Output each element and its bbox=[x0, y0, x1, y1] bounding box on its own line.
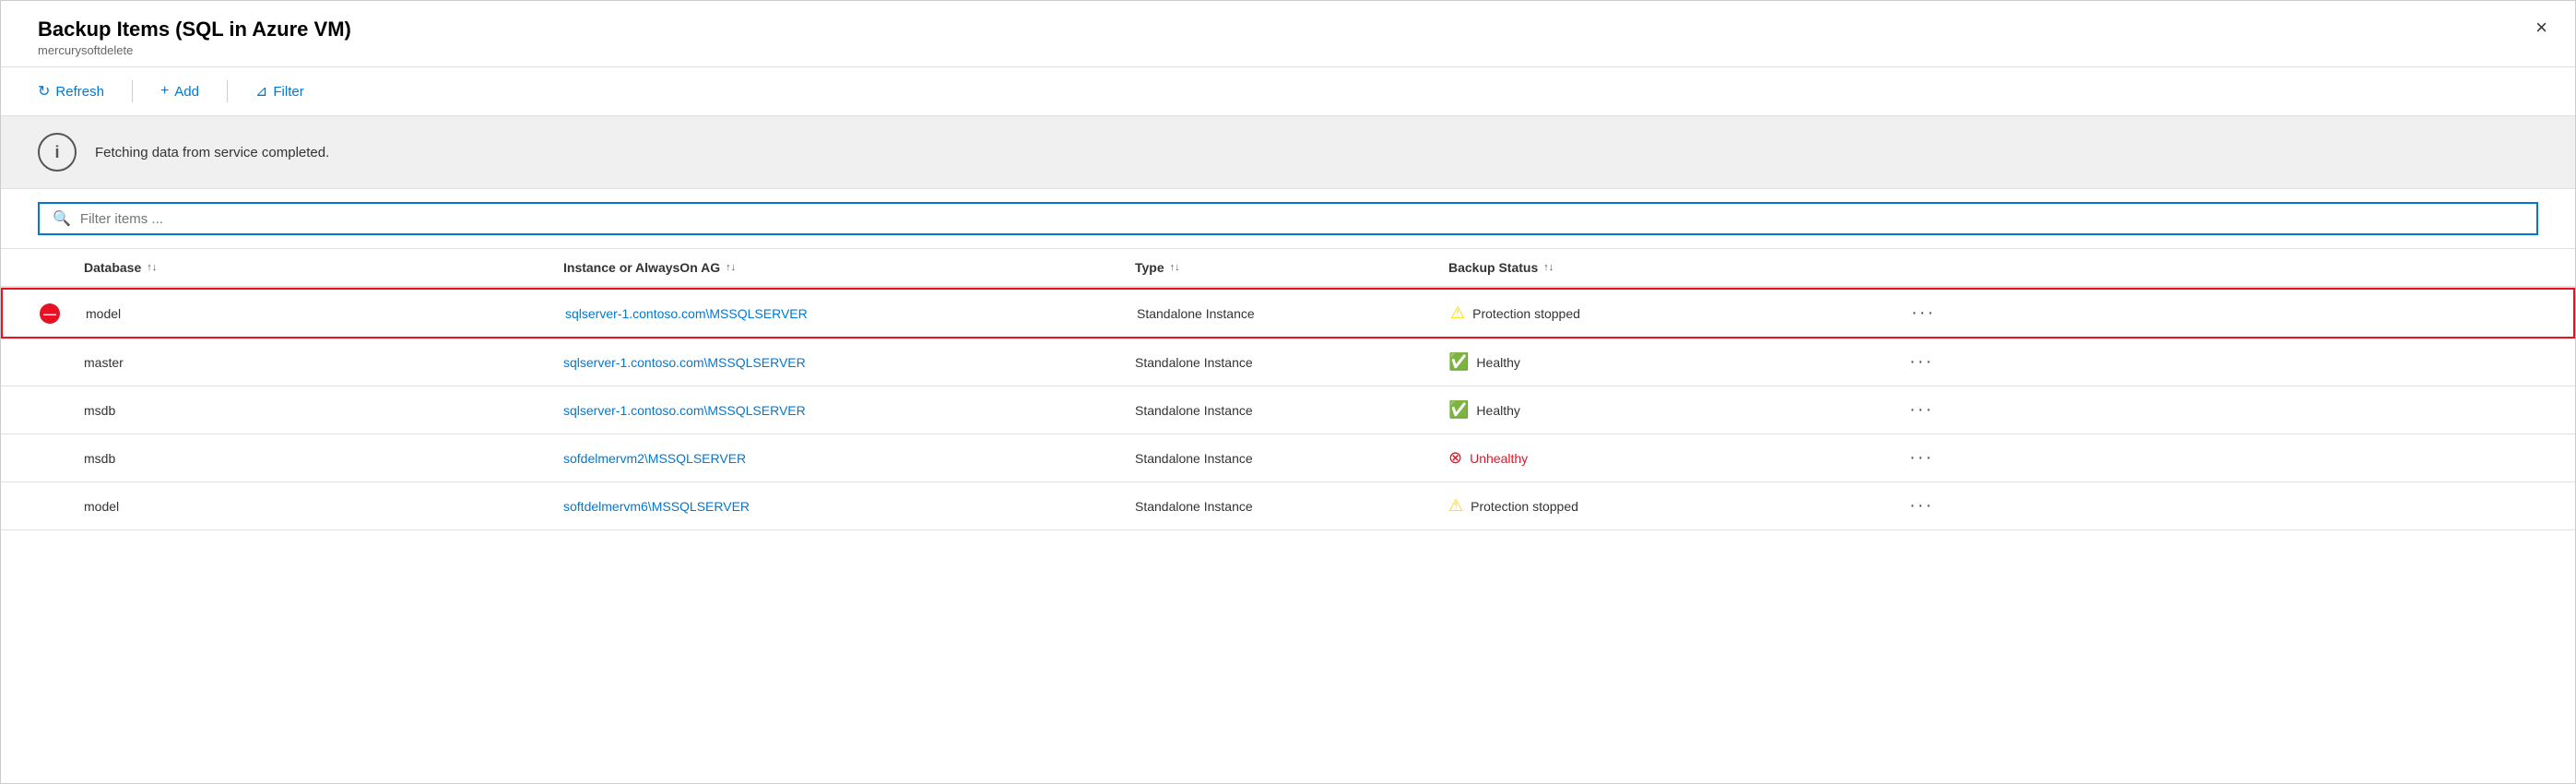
row-3-more-button[interactable]: ··· bbox=[1909, 447, 1933, 469]
row-4-instance-link[interactable]: softdelmervm6\MSSQLSERVER bbox=[563, 499, 750, 514]
row-0-type: Standalone Instance bbox=[1137, 306, 1450, 321]
row-1-instance: sqlserver-1.contoso.com\MSSQLSERVER bbox=[563, 355, 1135, 370]
col-backup-status-sort-icon[interactable]: ↑↓ bbox=[1543, 262, 1554, 273]
row-3-type: Standalone Instance bbox=[1135, 451, 1448, 466]
row-2-actions: ··· bbox=[1909, 399, 1983, 421]
row-3-backup-status: ⊗ Unhealthy bbox=[1448, 448, 1909, 468]
table-row: msdb sofdelmervm2\MSSQLSERVER Standalone… bbox=[1, 434, 2575, 482]
row-1-more-button[interactable]: ··· bbox=[1909, 351, 1933, 373]
row-0-instance-link[interactable]: sqlserver-1.contoso.com\MSSQLSERVER bbox=[565, 306, 808, 321]
table-row: msdb sqlserver-1.contoso.com\MSSQLSERVER… bbox=[1, 386, 2575, 434]
row-0-status-text: Protection stopped bbox=[1472, 306, 1580, 321]
filter-icon: ⊿ bbox=[255, 82, 267, 101]
info-message: Fetching data from service completed. bbox=[95, 145, 329, 160]
row-2-more-button[interactable]: ··· bbox=[1909, 399, 1933, 421]
search-icon: 🔍 bbox=[53, 209, 71, 228]
search-input[interactable] bbox=[80, 211, 2523, 227]
table-row: model softdelmervm6\MSSQLSERVER Standalo… bbox=[1, 482, 2575, 530]
col-database-sort-icon[interactable]: ↑↓ bbox=[147, 262, 157, 273]
col-instance-label: Instance or AlwaysOn AG bbox=[563, 260, 720, 275]
row-1-type: Standalone Instance bbox=[1135, 355, 1448, 370]
row-3-instance-link[interactable]: sofdelmervm2\MSSQLSERVER bbox=[563, 451, 746, 466]
add-label: Add bbox=[174, 84, 199, 100]
row-1-status-text: Healthy bbox=[1476, 355, 1519, 370]
row-1-database: master bbox=[84, 355, 563, 370]
warning-icon: ⚠ bbox=[1450, 303, 1465, 323]
row-0-database: model bbox=[86, 306, 565, 321]
row-3-actions: ··· bbox=[1909, 447, 1983, 469]
col-header-type: Type ↑↓ bbox=[1135, 260, 1448, 275]
col-type-label: Type bbox=[1135, 260, 1164, 275]
row-1-actions: ··· bbox=[1909, 351, 1983, 373]
search-bar-wrap: 🔍 bbox=[1, 189, 2575, 249]
filter-label: Filter bbox=[273, 84, 303, 100]
table-row: — model sqlserver-1.contoso.com\MSSQLSER… bbox=[1, 288, 2575, 339]
row-4-backup-status: ⚠ Protection stopped bbox=[1448, 496, 1909, 516]
table-header-row: Database ↑↓ Instance or AlwaysOn AG ↑↓ T… bbox=[1, 249, 2575, 288]
row-0-actions: ··· bbox=[1911, 303, 1985, 324]
toolbar: ↻ Refresh + Add ⊿ Filter bbox=[1, 67, 2575, 116]
ok-icon: ✅ bbox=[1448, 400, 1469, 420]
col-backup-status-label: Backup Status bbox=[1448, 260, 1538, 275]
error-icon: ⊗ bbox=[1448, 448, 1462, 468]
col-type-sort-icon[interactable]: ↑↓ bbox=[1170, 262, 1180, 273]
toolbar-divider-1 bbox=[132, 80, 133, 102]
col-header-backup-status: Backup Status ↑↓ bbox=[1448, 260, 1909, 275]
row-2-instance-link[interactable]: sqlserver-1.contoso.com\MSSQLSERVER bbox=[563, 403, 806, 418]
panel-title: Backup Items (SQL in Azure VM) bbox=[38, 18, 2538, 42]
info-banner: i Fetching data from service completed. bbox=[1, 116, 2575, 189]
row-3-status-text: Unhealthy bbox=[1470, 451, 1528, 466]
col-instance-sort-icon[interactable]: ↑↓ bbox=[726, 262, 736, 273]
backup-items-table: Database ↑↓ Instance or AlwaysOn AG ↑↓ T… bbox=[1, 249, 2575, 530]
panel-subtitle: mercurysoftdelete bbox=[38, 43, 2538, 57]
panel-header: Backup Items (SQL in Azure VM) mercuryso… bbox=[1, 1, 2575, 67]
refresh-label: Refresh bbox=[55, 84, 104, 100]
add-icon: + bbox=[160, 83, 169, 100]
info-icon: i bbox=[38, 133, 77, 172]
row-1-backup-status: ✅ Healthy bbox=[1448, 352, 1909, 372]
row-2-database: msdb bbox=[84, 403, 563, 418]
row-4-instance: softdelmervm6\MSSQLSERVER bbox=[563, 499, 1135, 514]
row-2-status-text: Healthy bbox=[1476, 403, 1519, 418]
stop-icon: — bbox=[40, 303, 60, 324]
row-3-database: msdb bbox=[84, 451, 563, 466]
row-0-backup-status: ⚠ Protection stopped bbox=[1450, 303, 1911, 323]
close-button[interactable]: × bbox=[2535, 18, 2547, 38]
col-header-instance: Instance or AlwaysOn AG ↑↓ bbox=[563, 260, 1135, 275]
row-4-actions: ··· bbox=[1909, 495, 1983, 517]
col-header-actions bbox=[1909, 260, 1983, 275]
row-2-backup-status: ✅ Healthy bbox=[1448, 400, 1909, 420]
row-0-instance: sqlserver-1.contoso.com\MSSQLSERVER bbox=[565, 306, 1137, 321]
col-header-icon bbox=[38, 260, 84, 275]
row-4-status-text: Protection stopped bbox=[1471, 499, 1578, 514]
row-0-icon-cell: — bbox=[40, 303, 86, 324]
row-4-type: Standalone Instance bbox=[1135, 499, 1448, 514]
backup-items-panel: Backup Items (SQL in Azure VM) mercuryso… bbox=[0, 0, 2576, 784]
table-row: master sqlserver-1.contoso.com\MSSQLSERV… bbox=[1, 339, 2575, 386]
add-button[interactable]: + Add bbox=[160, 83, 199, 100]
row-0-more-button[interactable]: ··· bbox=[1911, 303, 1935, 324]
row-4-more-button[interactable]: ··· bbox=[1909, 495, 1933, 517]
row-3-instance: sofdelmervm2\MSSQLSERVER bbox=[563, 451, 1135, 466]
row-2-instance: sqlserver-1.contoso.com\MSSQLSERVER bbox=[563, 403, 1135, 418]
warning-icon: ⚠ bbox=[1448, 496, 1463, 516]
toolbar-divider-2 bbox=[227, 80, 228, 102]
row-1-instance-link[interactable]: sqlserver-1.contoso.com\MSSQLSERVER bbox=[563, 355, 806, 370]
col-database-label: Database bbox=[84, 260, 141, 275]
search-bar: 🔍 bbox=[38, 202, 2538, 235]
row-4-database: model bbox=[84, 499, 563, 514]
ok-icon: ✅ bbox=[1448, 352, 1469, 372]
col-header-database: Database ↑↓ bbox=[84, 260, 563, 275]
filter-button[interactable]: ⊿ Filter bbox=[255, 82, 304, 101]
row-2-type: Standalone Instance bbox=[1135, 403, 1448, 418]
refresh-button[interactable]: ↻ Refresh bbox=[38, 82, 104, 101]
refresh-icon: ↻ bbox=[38, 82, 50, 101]
